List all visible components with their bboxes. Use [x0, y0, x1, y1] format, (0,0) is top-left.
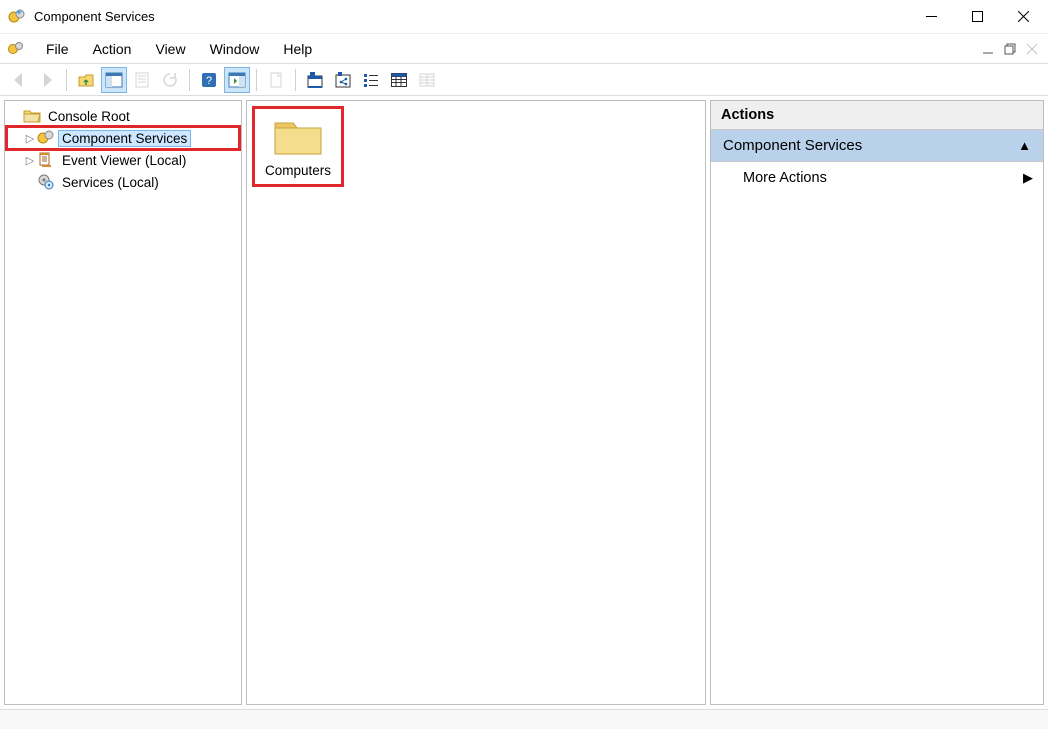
menu-window[interactable]: Window: [198, 37, 272, 61]
help-button[interactable]: ?: [196, 67, 222, 93]
show-hide-tree-button[interactable]: [101, 67, 127, 93]
up-button[interactable]: [73, 67, 99, 93]
view-detail-button[interactable]: [386, 67, 412, 93]
actions-row-label: More Actions: [743, 170, 827, 186]
services-icon: [37, 173, 55, 191]
folder-open-icon: [23, 107, 41, 125]
main-panes: Console Root ▷ Component Services ▷ Even…: [0, 96, 1048, 709]
title-bar: Component Services: [0, 0, 1048, 34]
tree-root-label: Console Root: [45, 109, 133, 124]
forward-button: [34, 67, 60, 93]
export-list-button: [129, 67, 155, 93]
tree-node-label: Services (Local): [59, 175, 162, 190]
refresh-button: [157, 67, 183, 93]
toolbar: ?: [0, 64, 1048, 96]
actions-header: Actions: [711, 101, 1043, 130]
tree-node-services[interactable]: Services (Local): [7, 171, 239, 193]
window-title: Component Services: [34, 9, 155, 24]
tree-node-event-viewer[interactable]: ▷ Event Viewer (Local): [7, 149, 239, 171]
mdi-window-controls: [976, 39, 1044, 59]
tree-pane[interactable]: Console Root ▷ Component Services ▷ Even…: [4, 100, 242, 705]
menu-help[interactable]: Help: [271, 37, 324, 61]
svg-text:?: ?: [206, 75, 212, 87]
menu-file[interactable]: File: [34, 37, 81, 61]
tree-root[interactable]: Console Root: [7, 105, 239, 127]
show-hide-action-pane-button[interactable]: [224, 67, 250, 93]
component-services-icon: [37, 129, 55, 147]
submenu-icon: ▶: [1023, 170, 1033, 186]
actions-pane: Actions Component Services ▲ More Action…: [710, 100, 1044, 705]
view-list-button[interactable]: [358, 67, 384, 93]
actions-more-actions[interactable]: More Actions ▶: [711, 162, 1043, 194]
collapse-icon: ▲: [1018, 138, 1031, 153]
menu-bar: File Action View Window Help: [0, 34, 1048, 64]
app-icon: [8, 8, 26, 26]
folder-icon: [273, 115, 323, 157]
view-app-button[interactable]: [302, 67, 328, 93]
maximize-button[interactable]: [954, 1, 1000, 33]
actions-section-label: Component Services: [723, 137, 862, 154]
tree-node-component-services[interactable]: ▷ Component Services: [7, 127, 239, 149]
mdi-close-button: [1022, 39, 1042, 59]
expander-icon[interactable]: ▷: [23, 154, 37, 167]
back-button: [6, 67, 32, 93]
view-components-button[interactable]: [330, 67, 356, 93]
tree-node-label: Component Services: [59, 131, 190, 146]
event-viewer-icon: [37, 151, 55, 169]
view-property-button: [414, 67, 440, 93]
content-pane[interactable]: Computers: [246, 100, 706, 705]
content-item-label: Computers: [265, 163, 331, 178]
content-item-computers[interactable]: Computers: [255, 109, 341, 184]
status-bar: [0, 709, 1048, 729]
mdi-restore-button[interactable]: [1000, 39, 1020, 59]
app-icon-small: [8, 41, 24, 57]
minimize-button[interactable]: [908, 1, 954, 33]
menu-action[interactable]: Action: [81, 37, 144, 61]
actions-section[interactable]: Component Services ▲: [711, 130, 1043, 162]
close-button[interactable]: [1000, 1, 1046, 33]
mdi-minimize-button[interactable]: [978, 39, 998, 59]
tree-node-label: Event Viewer (Local): [59, 153, 189, 168]
new-object-button: [263, 67, 289, 93]
menu-view[interactable]: View: [143, 37, 197, 61]
expander-icon[interactable]: ▷: [23, 132, 37, 145]
